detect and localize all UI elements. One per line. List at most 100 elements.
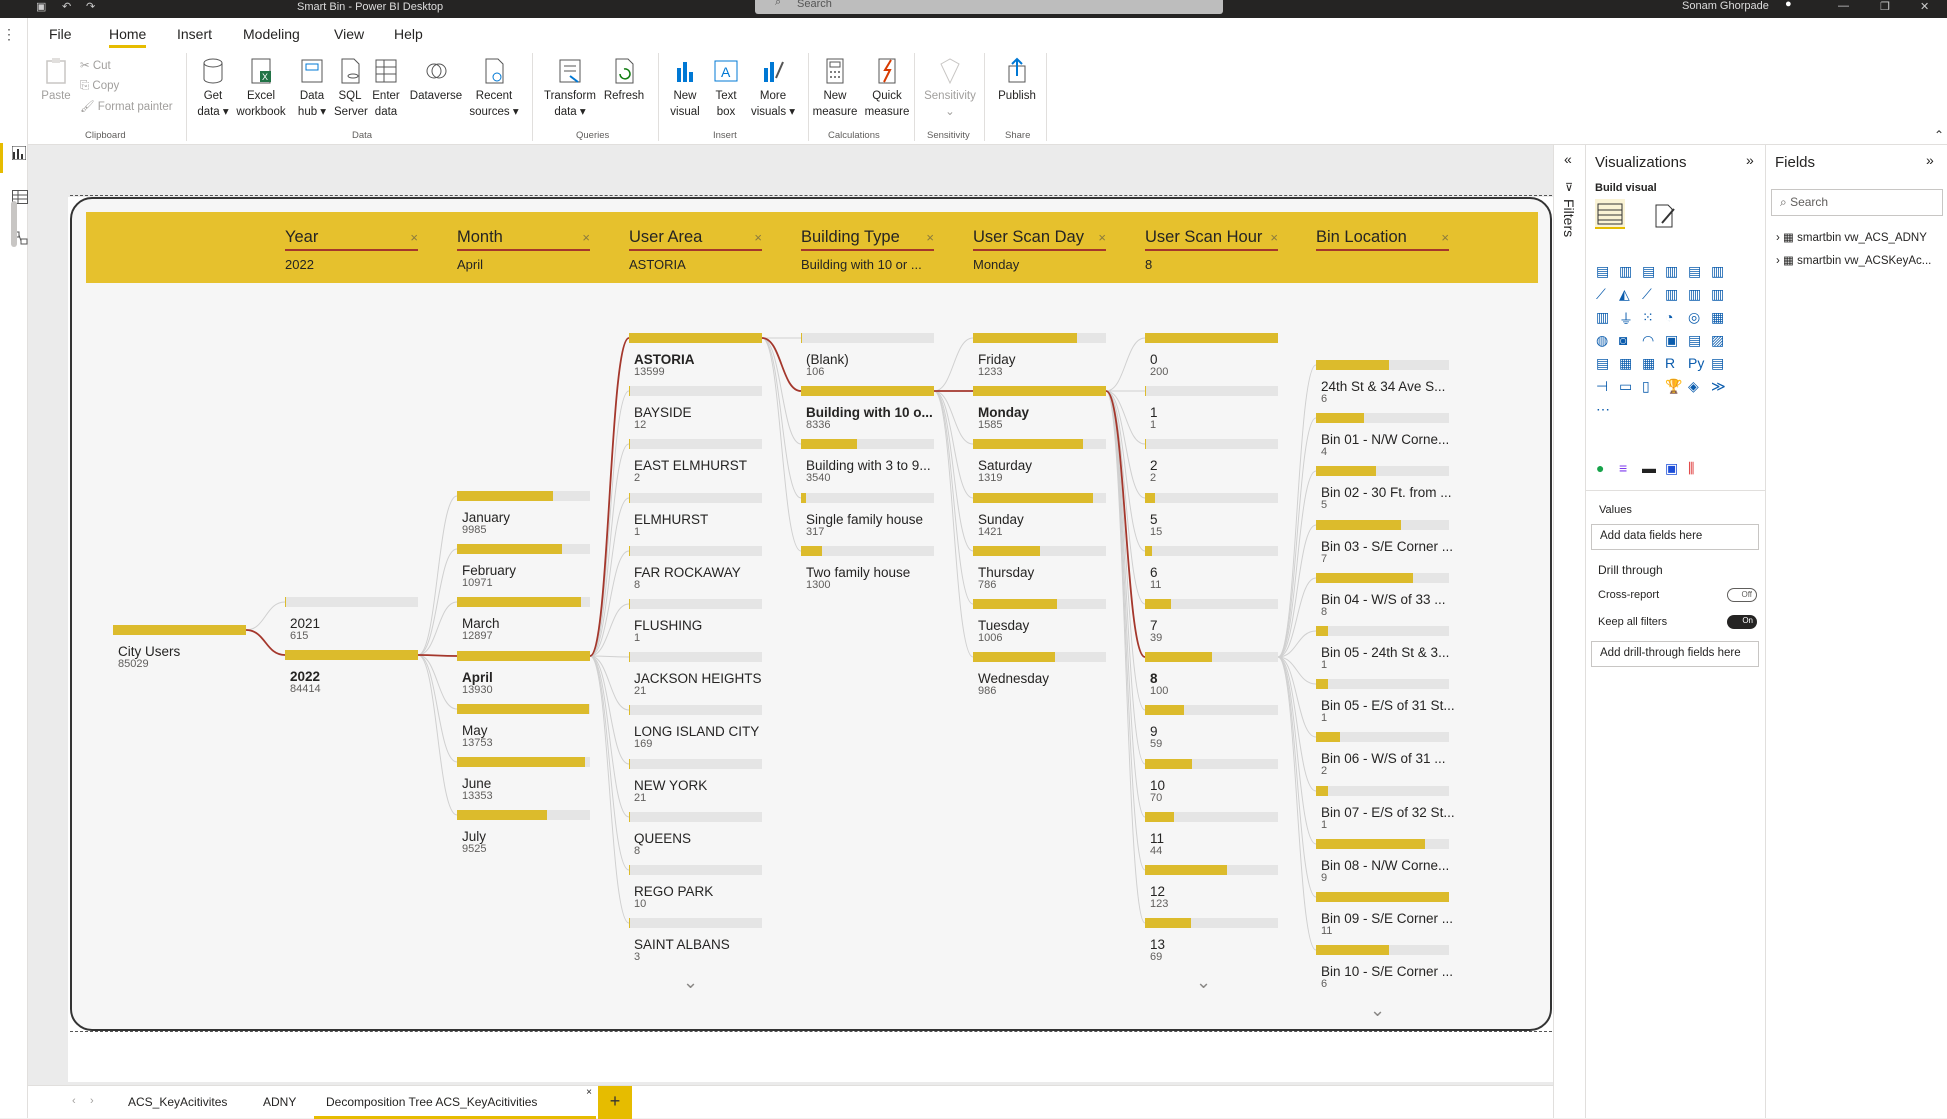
custom-text-filter-icon[interactable]: ≡ bbox=[1619, 460, 1637, 478]
tree-level-header[interactable]: Month April × bbox=[457, 228, 590, 272]
tree-node[interactable]: REGO PARK 10 bbox=[629, 865, 762, 910]
remove-level-icon[interactable]: × bbox=[1270, 230, 1278, 245]
recent-sources-button[interactable]: Recent sources ▾ bbox=[468, 56, 520, 120]
funnel-icon[interactable]: ⏚ bbox=[1619, 309, 1637, 327]
new-visual-button[interactable]: New visual bbox=[666, 56, 704, 120]
tree-node[interactable]: City Users 85029 bbox=[113, 625, 246, 670]
report-view-icon[interactable] bbox=[11, 145, 27, 163]
excel-workbook-button[interactable]: X Excel workbook bbox=[236, 56, 286, 120]
tree-node[interactable]: 22 bbox=[1145, 439, 1278, 484]
remove-level-icon[interactable]: × bbox=[754, 230, 762, 245]
collapse-ribbon-icon[interactable]: ⌃ bbox=[1934, 128, 1944, 142]
tree-node[interactable]: Bin 04 - W/S of 33 ... 8 bbox=[1316, 573, 1449, 618]
tree-node[interactable]: 0 200 bbox=[1145, 333, 1278, 378]
publish-button[interactable]: Publish bbox=[994, 56, 1040, 104]
tree-node[interactable]: FAR ROCKAWAY 8 bbox=[629, 546, 762, 591]
sensitivity-button[interactable]: Sensitivity ⌄ bbox=[920, 56, 980, 120]
tree-node[interactable]: 11 bbox=[1145, 386, 1278, 431]
tree-node[interactable]: Sunday 1421 bbox=[973, 493, 1106, 538]
tree-node[interactable]: Bin 09 - S/E Corner ... 11 bbox=[1316, 892, 1453, 937]
tree-level-header[interactable]: User Area ASTORIA × bbox=[629, 228, 762, 272]
undo-icon[interactable]: ↶ bbox=[62, 0, 71, 13]
100-column-icon[interactable]: ▥ bbox=[1711, 263, 1729, 281]
tree-node[interactable]: 13 69 bbox=[1145, 918, 1278, 963]
qa-icon[interactable]: ▭ bbox=[1619, 378, 1637, 396]
tree-node[interactable]: 2021 615 bbox=[285, 597, 418, 642]
tree-node[interactable]: January 9985 bbox=[457, 491, 590, 536]
tab-view[interactable]: View bbox=[334, 26, 364, 42]
get-data-button[interactable]: Get data ▾ bbox=[195, 56, 231, 120]
tree-node[interactable]: Bin 05 - 24th St & 3... 1 bbox=[1316, 626, 1449, 671]
field-table-item[interactable]: › ▦ smartbin vw_ACS_ADNY bbox=[1776, 230, 1927, 244]
avatar[interactable]: ● bbox=[1785, 0, 1792, 10]
tree-node[interactable]: Bin 07 - E/S of 32 St... 1 bbox=[1316, 786, 1455, 831]
collapse-fields-icon[interactable]: » bbox=[1926, 152, 1934, 168]
tree-level-header[interactable]: Year 2022 × bbox=[285, 228, 418, 272]
prev-page-icon[interactable]: ‹ bbox=[72, 1095, 76, 1107]
page-tab[interactable]: ACS_KeyAcitivites bbox=[116, 1086, 239, 1119]
tree-node[interactable]: ASTORIA 13599 bbox=[629, 333, 762, 378]
tab-help[interactable]: Help bbox=[394, 26, 423, 42]
line-clustered-icon[interactable]: ▥ bbox=[1688, 286, 1706, 304]
power-apps-icon[interactable]: ◈ bbox=[1688, 378, 1706, 396]
tree-node[interactable]: NEW YORK 21 bbox=[629, 759, 762, 804]
table-icon[interactable]: ▦ bbox=[1619, 355, 1637, 373]
tree-node[interactable]: July 9525 bbox=[457, 810, 590, 855]
power-automate-icon[interactable]: ≫ bbox=[1711, 378, 1729, 396]
line-column-icon[interactable]: ▥ bbox=[1665, 286, 1683, 304]
minimize-icon[interactable]: — bbox=[1838, 0, 1849, 12]
tree-node[interactable]: 8 100 bbox=[1145, 652, 1278, 697]
page-tab[interactable]: ADNY bbox=[251, 1086, 308, 1119]
clustered-column-icon[interactable]: ▥ bbox=[1665, 263, 1683, 281]
100-bar-icon[interactable]: ▤ bbox=[1688, 263, 1706, 281]
left-scrollbar[interactable] bbox=[11, 201, 17, 247]
decomposition-tree-icon[interactable]: ⊣ bbox=[1596, 378, 1614, 396]
build-visual-tab[interactable] bbox=[1595, 199, 1625, 229]
smart-narrative-icon[interactable]: ▯ bbox=[1642, 378, 1660, 396]
tree-node[interactable]: Bin 03 - S/E Corner ... 7 bbox=[1316, 520, 1453, 565]
save-icon[interactable]: ▣ bbox=[36, 0, 46, 13]
kpi-icon[interactable]: ▨ bbox=[1711, 332, 1729, 350]
dataverse-button[interactable]: Dataverse bbox=[408, 56, 464, 104]
more-visuals-button[interactable]: More visuals ▾ bbox=[748, 56, 798, 120]
format-visual-tab[interactable] bbox=[1652, 203, 1678, 232]
sql-server-button[interactable]: SQL Server bbox=[334, 56, 368, 120]
tree-node[interactable]: BAYSIDE 12 bbox=[629, 386, 762, 431]
matrix-icon[interactable]: ▦ bbox=[1642, 355, 1660, 373]
tree-node[interactable]: June 13353 bbox=[457, 757, 590, 802]
scatter-icon[interactable]: ⁙ bbox=[1642, 309, 1660, 327]
line-icon[interactable]: ⟋ bbox=[1596, 286, 1614, 304]
tree-node[interactable]: Bin 05 - E/S of 31 St... 1 bbox=[1316, 679, 1455, 724]
field-table-item[interactable]: › ▦ smartbin vw_ACSKeyAc... bbox=[1776, 253, 1931, 267]
tab-home[interactable]: Home bbox=[109, 26, 147, 48]
tree-node[interactable]: Two family house 1300 bbox=[801, 546, 934, 591]
tree-node[interactable]: 9 59 bbox=[1145, 705, 1278, 750]
paste-button[interactable]: Paste bbox=[38, 56, 74, 104]
tree-level-header[interactable]: User Scan Day Monday × bbox=[973, 228, 1106, 272]
title-search-input[interactable]: ⌕ Search bbox=[755, 0, 1223, 14]
close-tab-icon[interactable]: × bbox=[586, 1076, 592, 1109]
tree-node[interactable]: 24th St & 34 Ave S... 6 bbox=[1316, 360, 1449, 405]
tree-level-header[interactable]: Building Type Building with 10 or ... × bbox=[801, 228, 934, 272]
user-name[interactable]: Sonam Ghorpade bbox=[1682, 0, 1769, 12]
tree-node[interactable]: Building with 10 o... 8336 bbox=[801, 386, 934, 431]
tree-node[interactable]: SAINT ALBANS 3 bbox=[629, 918, 762, 963]
key-influencers-icon[interactable]: ▤ bbox=[1711, 355, 1729, 373]
transform-data-button[interactable]: Transform data ▾ bbox=[542, 56, 598, 120]
ribbon-icon[interactable]: ▥ bbox=[1711, 286, 1729, 304]
tree-node[interactable]: QUEENS 8 bbox=[629, 812, 762, 857]
remove-level-icon[interactable]: × bbox=[926, 230, 934, 245]
tree-node[interactable]: May 13753 bbox=[457, 704, 590, 749]
tree-node[interactable]: Wednesday 986 bbox=[973, 652, 1106, 697]
filters-pane[interactable]: « ⊽ Filters bbox=[1553, 145, 1585, 1118]
expand-filters-icon[interactable]: « bbox=[1564, 151, 1572, 167]
stacked-column-icon[interactable]: ▥ bbox=[1619, 263, 1637, 281]
copy-button[interactable]: ⎘ Copy bbox=[80, 78, 119, 94]
card-icon[interactable]: ▣ bbox=[1665, 332, 1683, 350]
tree-node[interactable]: EAST ELMHURST 2 bbox=[629, 439, 762, 484]
stacked-area-icon[interactable]: ⟋ bbox=[1642, 286, 1660, 304]
enter-data-button[interactable]: Enter data bbox=[370, 56, 402, 120]
area-icon[interactable]: ◭ bbox=[1619, 286, 1637, 304]
cross-report-toggle[interactable]: Off bbox=[1727, 588, 1757, 602]
tree-node[interactable]: March 12897 bbox=[457, 597, 590, 642]
